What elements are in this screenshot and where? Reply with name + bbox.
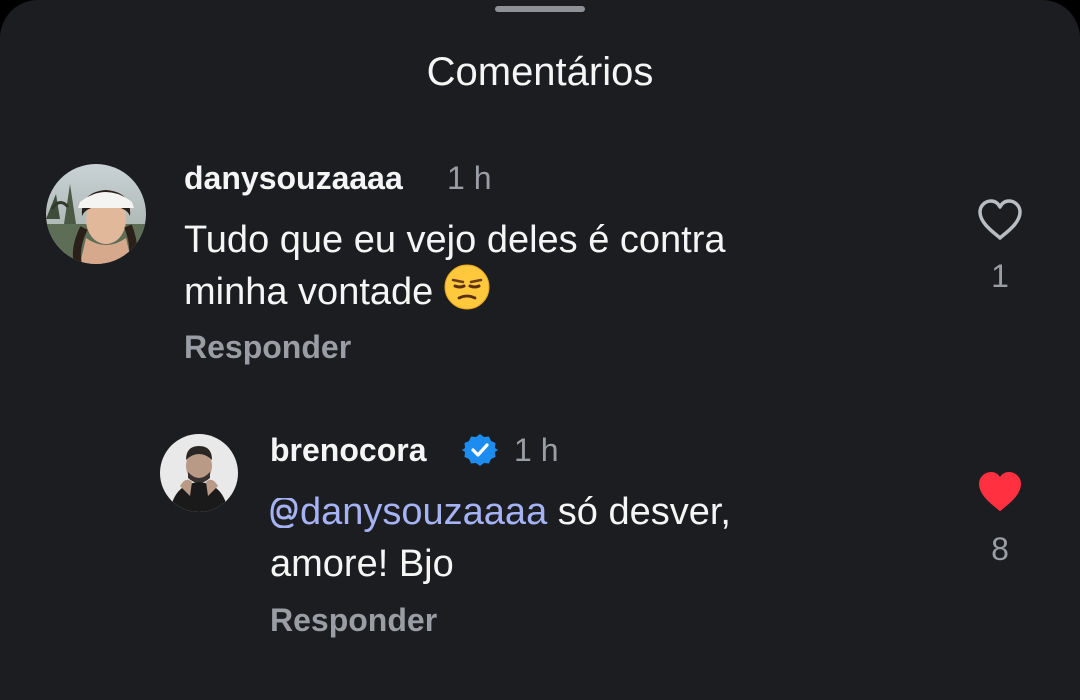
- comment-text-line2: minha vontade: [184, 271, 434, 313]
- comment-username[interactable]: brenocora: [270, 430, 426, 470]
- comment-text-line-2: minha vontade: [184, 264, 884, 322]
- comment-text: danysouzaaaa só desver, amore! Bjo: [270, 488, 950, 588]
- comment-text-line2: amore! Bjo: [270, 543, 454, 585]
- avatar[interactable]: [46, 164, 146, 264]
- comment-text: Tudo que eu vejo deles é contra minha vo…: [184, 216, 884, 322]
- comment-text-line: Tudo que eu vejo deles é contra: [184, 219, 726, 261]
- heart-outline-icon[interactable]: [976, 198, 1024, 247]
- mention-username[interactable]: danysouzaaaa: [300, 491, 547, 533]
- reply-button[interactable]: Responder: [184, 327, 351, 367]
- comment-time: 1 h: [514, 432, 559, 468]
- comment-text-after-mention: só desver,: [547, 491, 731, 533]
- comment-time: 1 h: [447, 160, 492, 196]
- comment-text-line: danysouzaaaa só desver,: [270, 488, 950, 540]
- comment-username[interactable]: danysouzaaaa: [184, 158, 403, 198]
- verified-badge-icon: [462, 432, 498, 473]
- comments-sheet: Comentários danysouzaaaa 1 h Tudo que eu…: [0, 0, 1080, 700]
- drag-handle[interactable]: [495, 6, 585, 12]
- unamused-face-icon: [444, 264, 490, 322]
- sheet-title: Comentários: [426, 50, 654, 94]
- reply-button[interactable]: Responder: [270, 600, 437, 640]
- like-count: 1: [991, 258, 1009, 294]
- heart-filled-icon[interactable]: [976, 470, 1024, 519]
- like-count: 8: [991, 531, 1009, 567]
- threads-icon: [270, 492, 298, 540]
- avatar[interactable]: [160, 434, 238, 512]
- mention-link[interactable]: danysouzaaaa: [270, 491, 547, 533]
